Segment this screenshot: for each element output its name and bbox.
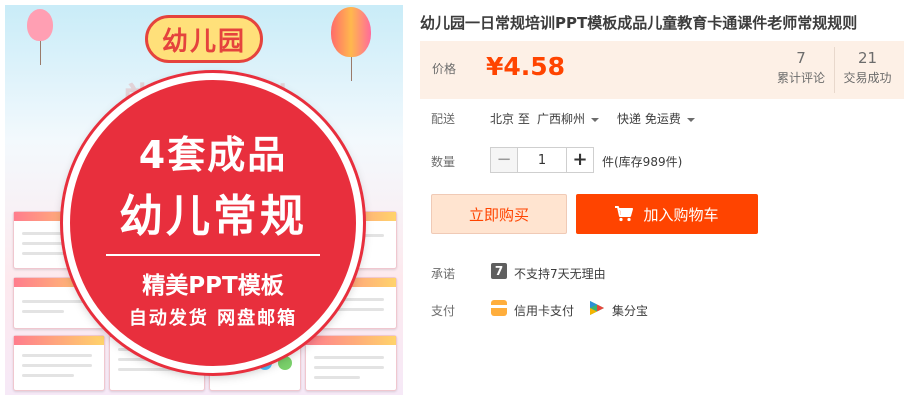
destination-value: 广西柳州 <box>537 112 586 126</box>
add-to-cart-label: 加入购物车 <box>643 205 719 224</box>
sales-count-label: 交易成功 <box>843 71 892 85</box>
shipping-select[interactable]: 快递 免运费 <box>617 110 695 127</box>
product-main-image[interactable]: 幼儿园 常规培训 4套成品 幼儿常规 精美PPT模板 自动发货 网盘邮箱 <box>5 5 403 395</box>
price-value: ¥4.58 <box>486 52 566 81</box>
promo-badge: 4套成品 幼儿常规 精美PPT模板 自动发货 网盘邮箱 <box>63 73 363 373</box>
destination-select[interactable]: 广西柳州 <box>537 110 600 127</box>
seven-day-icon: 7 <box>491 263 507 279</box>
promise-label: 承诺 <box>431 267 456 281</box>
quantity-decrease-button[interactable]: − <box>490 147 518 173</box>
slide-thumbnail <box>13 335 105 391</box>
delivery-label: 配送 <box>431 112 456 126</box>
badge-line-4: 自动发货 网盘邮箱 <box>128 308 298 329</box>
review-count-number: 7 <box>796 49 806 67</box>
chevron-down-icon <box>591 117 600 122</box>
buy-now-button[interactable]: 立即购买 <box>431 194 567 234</box>
stock-text: 件(库存989件) <box>602 155 683 169</box>
quantity-stepper: − + <box>490 147 594 173</box>
price-label: 价格 <box>432 62 457 76</box>
quantity-increase-button[interactable]: + <box>566 147 594 173</box>
chevron-down-icon <box>686 117 695 122</box>
slide-thumbnail <box>305 335 397 391</box>
payment-label: 支付 <box>431 304 456 318</box>
delivery-origin: 北京 至 <box>490 112 530 126</box>
jifenbao-icon <box>589 300 605 316</box>
promise-text[interactable]: 不支持7天无理由 <box>514 265 606 282</box>
hot-air-balloon-icon <box>331 7 371 81</box>
badge-line-2: 幼儿常规 <box>119 191 307 242</box>
price-panel: 价格 ¥4.58 7 累计评论 21 交易成功 <box>420 41 904 99</box>
product-detail-page: 幼儿园 常规培训 4套成品 幼儿常规 精美PPT模板 自动发货 网盘邮箱 幼儿园… <box>0 0 914 415</box>
payment-credit-card[interactable]: 信用卡支付 <box>514 302 574 319</box>
product-title: 幼儿园一日常规培训PPT模板成品儿童教育卡通课件老师常规规则 <box>420 14 858 32</box>
balloon-icon <box>27 9 53 65</box>
sales-count: 21 交易成功 <box>834 47 900 93</box>
badge-divider <box>106 254 320 256</box>
quantity-label: 数量 <box>431 155 456 169</box>
sales-count-number: 21 <box>857 49 878 67</box>
review-count-label: 累计评论 <box>776 71 825 85</box>
badge-line-3: 精美PPT模板 <box>142 273 284 299</box>
quantity-input[interactable] <box>518 147 566 173</box>
kindergarten-logo: 幼儿园 <box>145 15 263 63</box>
shipping-value: 快递 免运费 <box>617 112 681 126</box>
payment-jifenbao[interactable]: 集分宝 <box>612 302 648 319</box>
review-count[interactable]: 7 累计评论 <box>770 47 832 93</box>
shopping-cart-icon <box>615 206 634 222</box>
add-to-cart-button[interactable]: 加入购物车 <box>576 194 758 234</box>
credit-card-icon <box>491 300 507 316</box>
badge-line-1: 4套成品 <box>138 133 288 177</box>
